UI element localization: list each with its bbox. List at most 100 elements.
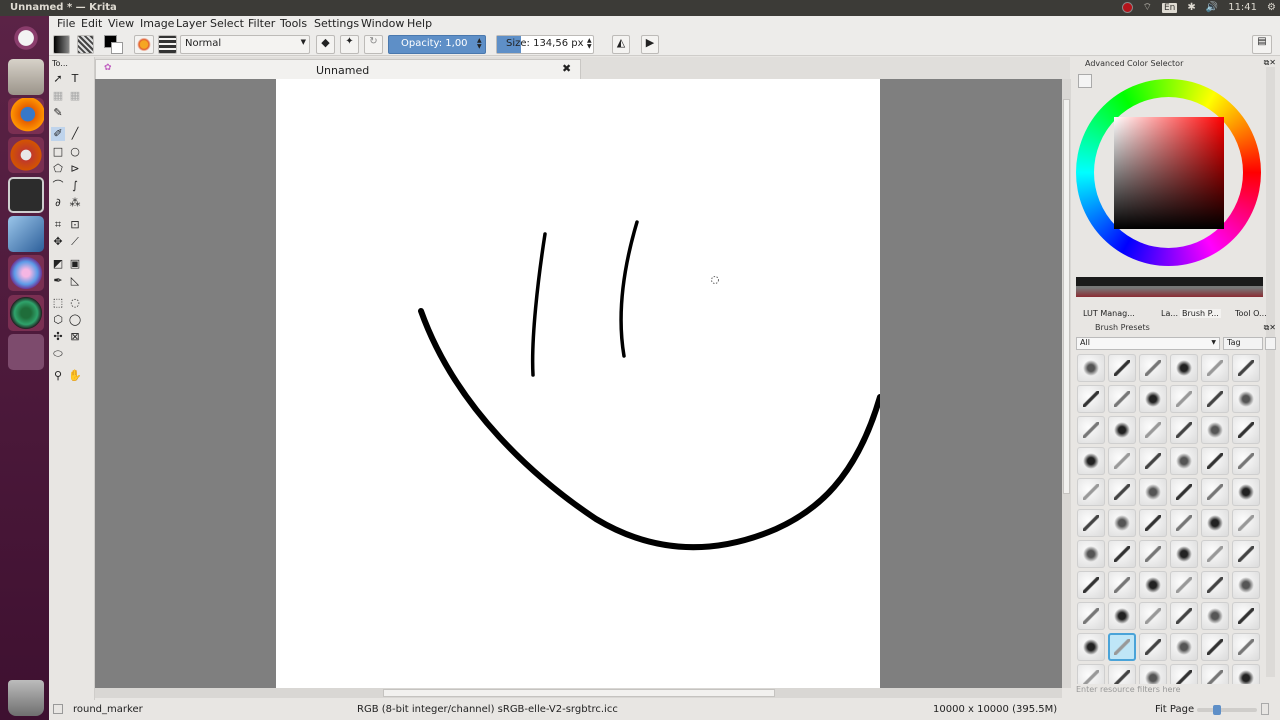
brush-preset-tile[interactable] bbox=[1201, 416, 1229, 444]
preserve-alpha-toggle[interactable]: ✦ bbox=[340, 35, 359, 54]
docker-float-icon-2[interactable]: ⧉✕ bbox=[1264, 323, 1276, 333]
size-spin-arrows[interactable]: ▲ ▼ bbox=[587, 38, 592, 50]
fg-bg-color-swatch[interactable] bbox=[104, 35, 124, 54]
brush-preset-tile[interactable] bbox=[1108, 478, 1136, 506]
tab-brush-presets[interactable]: Brush P... bbox=[1180, 309, 1221, 318]
firefox-icon[interactable] bbox=[8, 98, 44, 134]
brush-preset-tile[interactable] bbox=[1201, 602, 1229, 630]
brush-preset-tile[interactable] bbox=[1108, 602, 1136, 630]
brush-preset-tile[interactable] bbox=[1139, 447, 1167, 475]
move-tool[interactable]: ✥ bbox=[51, 235, 65, 249]
brush-preset-tile[interactable] bbox=[1108, 354, 1136, 382]
brush-preset-tile[interactable] bbox=[1232, 478, 1260, 506]
tab-lut-management[interactable]: LUT Manag... bbox=[1083, 309, 1135, 318]
brush-preset-tile[interactable] bbox=[1077, 540, 1105, 568]
brush-preset-tile[interactable] bbox=[1232, 633, 1260, 661]
bezier-select-tool[interactable]: ⬭ bbox=[51, 347, 65, 361]
vertical-scrollbar[interactable] bbox=[1062, 79, 1071, 688]
color-history-strip[interactable] bbox=[1076, 277, 1263, 297]
freehand-select-tool[interactable]: ◯ bbox=[68, 313, 82, 327]
workspace-chooser[interactable]: ▤ bbox=[1252, 35, 1272, 54]
menu-window[interactable]: Window bbox=[361, 17, 404, 30]
menu-tools[interactable]: Tools bbox=[280, 17, 307, 30]
brush-preset-tile[interactable] bbox=[1139, 571, 1167, 599]
resource-filter-input[interactable]: Enter resource filters here bbox=[1076, 685, 1266, 697]
brush-preset-tile[interactable] bbox=[1170, 509, 1198, 537]
brush-preset-tile[interactable] bbox=[1232, 602, 1260, 630]
gradient-tool[interactable]: ▣ bbox=[68, 257, 82, 271]
brush-preset-tile[interactable] bbox=[1139, 509, 1167, 537]
brush-preset-tile[interactable] bbox=[1170, 633, 1198, 661]
polyline-tool[interactable]: ⊳ bbox=[68, 162, 82, 176]
gradient-chooser[interactable] bbox=[53, 35, 70, 54]
brush-preset-tile[interactable] bbox=[1077, 416, 1105, 444]
ellipse-select-tool[interactable]: ◌ bbox=[68, 296, 82, 310]
brush-preset-tile[interactable] bbox=[1170, 571, 1198, 599]
freehand-brush-tool[interactable]: ✐ bbox=[51, 127, 65, 141]
brush-preset-tile[interactable] bbox=[1108, 447, 1136, 475]
wifi-icon[interactable]: ⌔ bbox=[1143, 1, 1152, 14]
color-selector-settings-button[interactable] bbox=[1078, 74, 1092, 88]
brush-preset-tile[interactable] bbox=[1139, 416, 1167, 444]
zoom-tool[interactable]: ⚲ bbox=[51, 369, 65, 383]
line-tool[interactable]: ╱ bbox=[68, 127, 82, 141]
bezier-tool[interactable]: ⌒ bbox=[51, 179, 65, 193]
keyboard-layout-indicator[interactable]: En bbox=[1161, 2, 1178, 13]
brush-preset-tile[interactable] bbox=[1139, 540, 1167, 568]
eraser-toggle[interactable]: ◆ bbox=[316, 35, 335, 54]
menu-file[interactable]: File bbox=[57, 17, 75, 30]
brush-preset-tile[interactable] bbox=[1170, 447, 1198, 475]
menu-settings[interactable]: Settings bbox=[314, 17, 359, 30]
brush-preset-tile[interactable] bbox=[1077, 385, 1105, 413]
brush-preset-tile[interactable] bbox=[1201, 571, 1229, 599]
assistant-tool[interactable]: ◺ bbox=[68, 274, 82, 288]
record-icon[interactable] bbox=[1121, 2, 1133, 13]
brush-preset-tile[interactable] bbox=[1108, 509, 1136, 537]
brush-preset-tile[interactable] bbox=[1201, 478, 1229, 506]
menu-filter[interactable]: Filter bbox=[248, 17, 275, 30]
brush-preset-tile[interactable] bbox=[1108, 571, 1136, 599]
edit-shapes-tool[interactable]: ▦ bbox=[51, 89, 65, 103]
zoom-slider-handle[interactable] bbox=[1212, 705, 1221, 715]
mirror-horizontal-button[interactable]: ◭ bbox=[612, 35, 630, 54]
canvas-paper[interactable] bbox=[276, 79, 880, 688]
trash-icon[interactable] bbox=[8, 680, 44, 716]
brush-preset-tile[interactable] bbox=[1170, 478, 1198, 506]
rect-select-tool[interactable]: ⬚ bbox=[51, 296, 65, 310]
gear-icon[interactable]: ⚙ bbox=[1267, 2, 1276, 13]
zoom-mode[interactable]: Fit Page bbox=[1155, 704, 1194, 715]
files-icon[interactable] bbox=[8, 59, 44, 95]
text-tool[interactable]: T bbox=[68, 72, 82, 86]
menu-edit[interactable]: Edit bbox=[81, 17, 102, 30]
canvas-area[interactable] bbox=[95, 79, 1062, 688]
similar-select-tool[interactable]: ⊠ bbox=[68, 330, 82, 344]
brush-size-slider[interactable]: Size: 134,56 px bbox=[496, 35, 594, 54]
brush-preset-tile[interactable] bbox=[1201, 354, 1229, 382]
brush-preset-tile[interactable] bbox=[1232, 571, 1260, 599]
pattern-chooser[interactable] bbox=[77, 35, 94, 54]
brush-editor-button[interactable] bbox=[158, 35, 177, 54]
krita-icon[interactable] bbox=[8, 255, 44, 291]
blend-mode-select[interactable]: Normal ▼ bbox=[180, 35, 310, 54]
brush-preset-tile[interactable] bbox=[1077, 633, 1105, 661]
brush-preset-tile[interactable] bbox=[1170, 385, 1198, 413]
brush-preset-tile[interactable] bbox=[1139, 602, 1167, 630]
brush-presets-button[interactable] bbox=[134, 35, 154, 54]
brush-preset-tile[interactable] bbox=[1077, 602, 1105, 630]
document-tab[interactable]: ✿ Unnamed ✖ bbox=[95, 59, 581, 79]
brush-preset-tile[interactable] bbox=[1170, 664, 1198, 684]
polygon-tool[interactable]: ⬠ bbox=[51, 162, 65, 176]
menu-select[interactable]: Select bbox=[210, 17, 244, 30]
menu-help[interactable]: Help bbox=[407, 17, 432, 30]
measure-tool[interactable]: ⟋ bbox=[68, 235, 82, 249]
brush-preset-tile[interactable] bbox=[1232, 385, 1260, 413]
brush-preset-tile[interactable] bbox=[1139, 633, 1167, 661]
brush-preset-tile[interactable] bbox=[1077, 509, 1105, 537]
calligraphy-tool[interactable]: ▦ bbox=[68, 89, 82, 103]
brush-preset-tile[interactable] bbox=[1201, 633, 1229, 661]
brush-preset-tile[interactable] bbox=[1170, 602, 1198, 630]
brush-preset-tile[interactable] bbox=[1170, 416, 1198, 444]
tag-button[interactable]: Tag bbox=[1223, 337, 1263, 350]
brush-preset-tile[interactable] bbox=[1108, 664, 1136, 684]
globe-icon[interactable] bbox=[8, 295, 44, 331]
